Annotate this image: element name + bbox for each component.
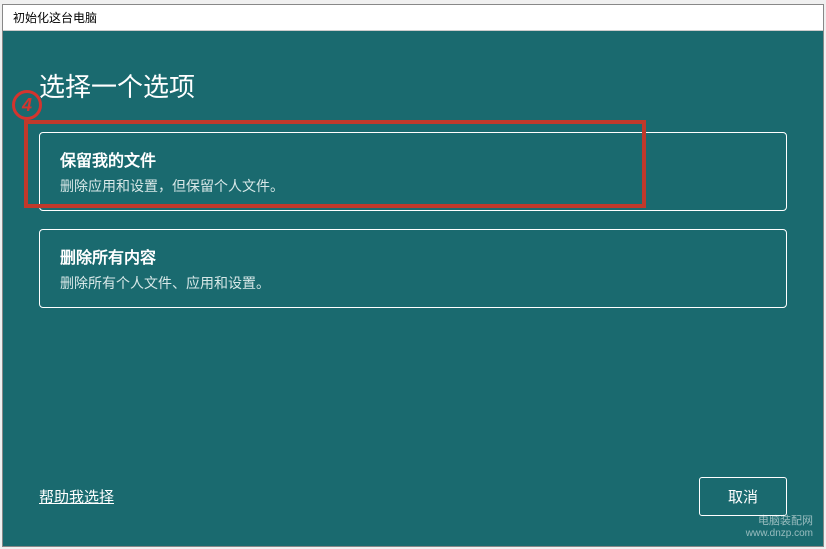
option-desc: 删除所有个人文件、应用和设置。	[60, 273, 766, 293]
option-desc: 删除应用和设置，但保留个人文件。	[60, 176, 766, 196]
option-title: 删除所有内容	[60, 244, 766, 268]
option-title: 保留我的文件	[60, 147, 766, 171]
option-remove-all[interactable]: 删除所有内容 删除所有个人文件、应用和设置。	[39, 229, 787, 308]
window-title: 初始化这台电脑	[13, 9, 97, 26]
options-container: 保留我的文件 删除应用和设置，但保留个人文件。 删除所有内容 删除所有个人文件、…	[39, 132, 787, 308]
cancel-button[interactable]: 取消	[699, 477, 787, 516]
dialog-window: 初始化这台电脑 选择一个选项 保留我的文件 删除应用和设置，但保留个人文件。 删…	[2, 4, 824, 547]
option-keep-files[interactable]: 保留我的文件 删除应用和设置，但保留个人文件。	[39, 132, 787, 211]
dialog-footer: 帮助我选择 取消	[39, 477, 787, 522]
watermark: 电脑装配网 www.dnzp.com	[746, 515, 813, 540]
watermark-line1: 电脑装配网	[746, 515, 813, 528]
watermark-line2: www.dnzp.com	[746, 528, 813, 540]
title-bar: 初始化这台电脑	[3, 5, 823, 31]
content-area: 选择一个选项 保留我的文件 删除应用和设置，但保留个人文件。 删除所有内容 删除…	[3, 31, 823, 546]
page-heading: 选择一个选项	[39, 67, 787, 104]
help-link[interactable]: 帮助我选择	[39, 486, 114, 507]
